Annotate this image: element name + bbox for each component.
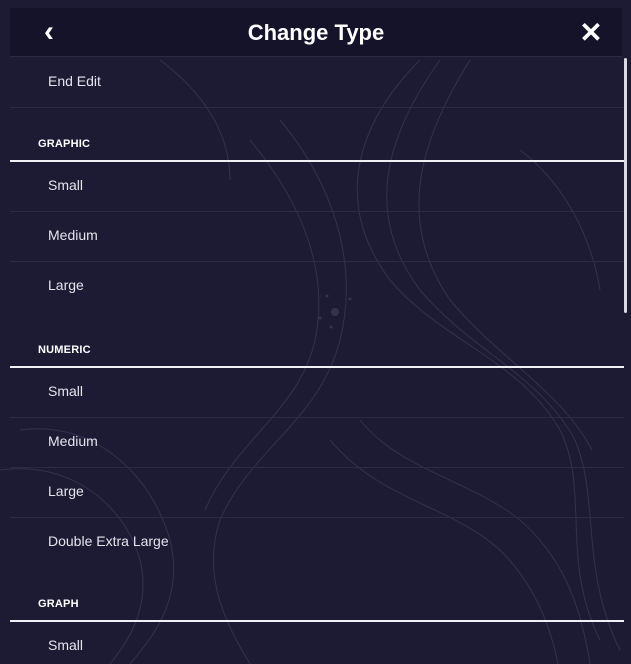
graphic-large-item[interactable]: Large <box>10 261 624 311</box>
end-edit-label: End Edit <box>48 73 101 89</box>
section-numeric-label: NUMERIC <box>38 344 91 356</box>
numeric-small-item[interactable]: Small <box>10 367 624 418</box>
type-options-list: End Edit GRAPHIC Small Medium Large NUME… <box>0 57 624 664</box>
section-graphic: GRAPHIC <box>10 134 624 162</box>
numeric-double-extra-large-item[interactable]: Double Extra Large <box>10 517 624 567</box>
chevron-left-icon: ‹ <box>44 15 54 48</box>
close-icon: ✕ <box>579 17 603 48</box>
section-graph: GRAPH <box>10 594 624 622</box>
list-item-label: Double Extra Large <box>48 533 169 549</box>
section-graph-label: GRAPH <box>38 598 79 610</box>
end-edit-item[interactable]: End Edit <box>10 57 624 108</box>
list-item-label: Medium <box>48 433 98 449</box>
section-numeric: NUMERIC <box>10 340 624 368</box>
scrollbar-thumb[interactable] <box>624 58 627 313</box>
dialog-header: Change Type ‹ ✕ <box>10 8 622 57</box>
graphic-small-item[interactable]: Small <box>10 161 624 212</box>
list-item-label: Small <box>48 383 84 399</box>
list-item-label: Small <box>48 637 84 653</box>
list-item-label: Large <box>48 483 84 499</box>
graph-small-item[interactable]: Small <box>10 621 624 664</box>
close-button[interactable]: ✕ <box>574 16 608 50</box>
numeric-large-item[interactable]: Large <box>10 467 624 518</box>
list-item-label: Medium <box>48 227 98 243</box>
list-item-label: Large <box>48 277 84 293</box>
back-button[interactable]: ‹ <box>32 16 66 50</box>
graphic-medium-item[interactable]: Medium <box>10 211 624 262</box>
page-title: Change Type <box>247 20 385 45</box>
section-graphic-label: GRAPHIC <box>38 138 91 150</box>
list-item-label: Small <box>48 177 84 193</box>
numeric-medium-item[interactable]: Medium <box>10 417 624 468</box>
change-type-panel: Change Type ‹ ✕ End Edit GRAPHIC Small M… <box>0 0 631 664</box>
